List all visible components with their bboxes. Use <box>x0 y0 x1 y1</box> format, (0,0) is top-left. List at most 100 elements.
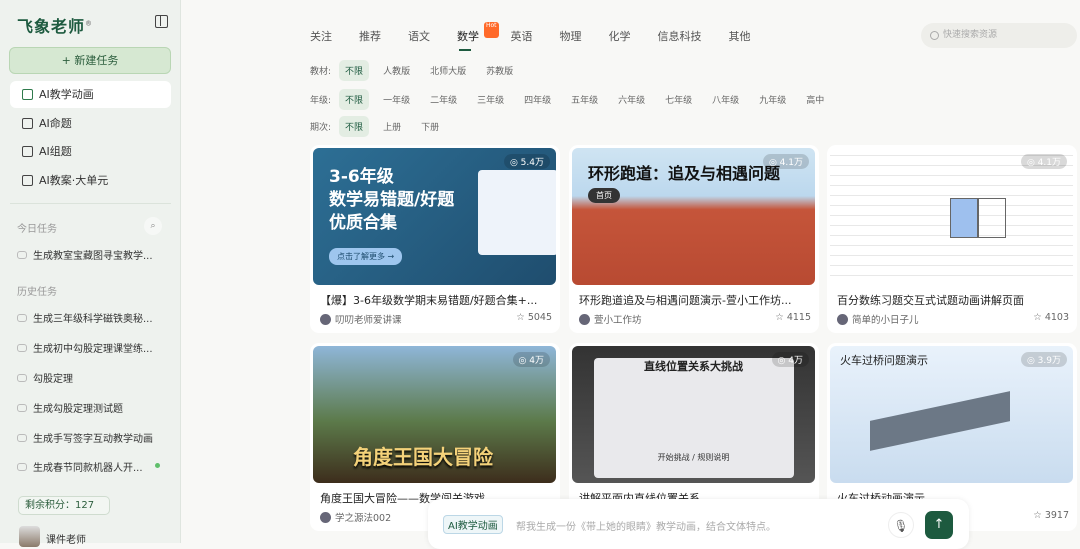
author-name: 学之源法002 <box>335 513 392 524</box>
filter-option[interactable]: 二年级 <box>424 89 463 110</box>
star-count[interactable]: ☆ 4103 <box>1033 312 1069 323</box>
view-count: ◎ 5.4万 <box>503 154 550 169</box>
filter-label: 期次: <box>310 123 332 133</box>
card-title[interactable]: 环形跑道追及与相遇问题演示-萱小工作坊... <box>579 292 809 308</box>
star-count[interactable]: ☆ 4115 <box>775 312 811 323</box>
nav-label: AI命题 <box>39 117 72 130</box>
tab-follow[interactable]: 关注 <box>310 28 332 44</box>
tab-math[interactable]: 数学 <box>457 28 479 51</box>
task-label: 生成教室宝藏图寻宝教学... <box>33 251 153 262</box>
credits-badge[interactable]: 剩余积分：127 <box>18 496 110 515</box>
author-avatar <box>837 313 848 325</box>
prompt-composer: AI教学动画 帮我生成一份《带上她的眼睛》教学动画，结合文体特点。 🎙 ↑ <box>428 499 969 549</box>
nav-ai-compose[interactable]: AI组题 <box>10 138 171 165</box>
prompt-input[interactable]: 帮我生成一份《带上她的眼睛》教学动画，结合文体特点。 <box>516 518 776 533</box>
nav-ai-question[interactable]: AI命题 <box>10 110 171 137</box>
thumbnail[interactable]: 3-6年级 数学易错题/好题 优质合集 点击了解更多 → ◎ 5.4万 <box>313 148 556 285</box>
filter-option[interactable]: 三年级 <box>471 89 510 110</box>
filter-option[interactable]: 七年级 <box>659 89 698 110</box>
task-item[interactable]: 生成教室宝藏图寻宝教学... <box>17 247 153 262</box>
tab-other[interactable]: 其他 <box>729 28 751 44</box>
task-item[interactable]: 生成春节同款机器人开... <box>17 459 143 474</box>
filter-option[interactable]: 不限 <box>339 116 370 137</box>
nav-ai-lesson-plan[interactable]: AI教案·大单元 <box>10 167 171 194</box>
author-name: 简单的小日子儿 <box>852 315 919 326</box>
filter-option[interactable]: 下册 <box>415 116 445 137</box>
filter-row: 教材: 不限 人教版 北师大版 苏教版 <box>310 60 527 81</box>
task-item[interactable]: 生成初中勾股定理课堂练... <box>17 340 153 355</box>
task-item[interactable]: 生成勾股定理测试题 <box>17 400 123 415</box>
thumb-title: 角度王国大冒险 <box>353 445 493 469</box>
tab-english[interactable]: 英语 <box>511 28 533 44</box>
resource-card[interactable]: 3-6年级 数学易错题/好题 优质合集 点击了解更多 → ◎ 5.4万 【爆】3-6… <box>310 145 560 333</box>
animation-icon <box>22 89 33 100</box>
tab-recommend[interactable]: 推荐 <box>359 28 381 44</box>
filter-option[interactable]: 不限 <box>339 89 370 110</box>
filter-option[interactable]: 四年级 <box>518 89 557 110</box>
chat-icon <box>17 433 27 442</box>
resource-card[interactable]: 环形跑道：追及与相遇问题 首页 ◎ 4.1万 环形跑道追及与相遇问题演示-萱小工作坊… <box>569 145 819 333</box>
author-avatar <box>579 313 590 325</box>
tab-chinese[interactable]: 语文 <box>408 28 430 44</box>
thumb-title: 火车过桥问题演示 <box>840 354 928 367</box>
task-label: 生成初中勾股定理课堂练... <box>33 344 153 355</box>
filter-option[interactable]: 五年级 <box>565 89 604 110</box>
thumbnail[interactable]: 环形跑道：追及与相遇问题 首页 ◎ 4.1万 <box>572 148 815 285</box>
task-item[interactable]: 生成三年级科学磁铁奥秘... <box>17 310 153 325</box>
new-task-button[interactable]: + 新建任务 <box>9 47 171 74</box>
filter-option[interactable]: 六年级 <box>612 89 651 110</box>
chat-icon <box>17 403 27 412</box>
card-author[interactable]: 萱小工作坊 <box>579 312 642 326</box>
send-button[interactable]: ↑ <box>925 511 953 539</box>
tab-physics[interactable]: 物理 <box>560 28 582 44</box>
filter-option[interactable]: 上册 <box>377 116 407 137</box>
chat-icon <box>17 313 27 322</box>
task-item[interactable]: 勾股定理 <box>17 370 73 385</box>
search-tasks-icon[interactable]: ⌕ <box>144 217 162 235</box>
filter-label: 教材: <box>310 67 332 77</box>
task-item[interactable]: 生成手写签字互动教学动画 <box>17 430 153 445</box>
nav-ai-animation[interactable]: AI教学动画 <box>10 81 171 108</box>
thumbnail[interactable]: 角度王国大冒险 ◎ 4万 <box>313 346 556 483</box>
thumbnail[interactable]: ◎ 4.1万 <box>830 148 1073 285</box>
thumbnail[interactable]: 火车过桥问题演示 ◎ 3.9万 <box>830 346 1073 483</box>
tab-it[interactable]: 信息科技 <box>658 28 702 44</box>
view-count: ◎ 4.1万 <box>1020 154 1067 169</box>
book-icon <box>22 175 33 186</box>
task-label: 生成手写签字互动教学动画 <box>33 434 153 445</box>
star-count[interactable]: ☆ 5045 <box>516 312 552 323</box>
task-label: 生成春节同款机器人开... <box>33 463 143 474</box>
card-author[interactable]: 学之源法002 <box>320 510 391 524</box>
card-author[interactable]: 简单的小日子儿 <box>837 312 919 326</box>
sidebar: 飞象老师® + 新建任务 AI教学动画 AI命题 AI组题 AI教案·大单元 今… <box>0 0 181 547</box>
mode-chip[interactable]: AI教学动画 <box>443 515 503 534</box>
nav-label: AI教案·大单元 <box>39 174 109 187</box>
list-icon <box>22 118 33 129</box>
card-title[interactable]: 【爆】3-6年级数学期末易错题/好题合集+... <box>320 292 550 308</box>
filter-option[interactable]: 一年级 <box>377 89 416 110</box>
microphone-icon[interactable]: 🎙 <box>888 512 914 538</box>
card-author[interactable]: 叨叨老师爱讲课 <box>320 312 402 326</box>
search-input[interactable]: 快速搜索资源 <box>921 23 1077 48</box>
avatar[interactable] <box>19 526 40 547</box>
card-title[interactable]: 百分数练习题交互式试题动画讲解页面 <box>837 292 1067 308</box>
resource-card[interactable]: ◎ 4.1万 百分数练习题交互式试题动画讲解页面 简单的小日子儿 ☆ 4103 <box>827 145 1077 333</box>
filter-option[interactable]: 不限 <box>339 60 370 81</box>
filter-row: 年级: 不限 一年级 二年级 三年级 四年级 五年级 六年级 七年级 八年级 九年级 高中 <box>310 89 838 110</box>
thumbnail[interactable]: 直线位置关系大挑战 开始挑战 / 规则说明 ◎ 4万 <box>572 346 815 483</box>
filter-row: 期次: 不限 上册 下册 <box>310 116 453 137</box>
chat-icon <box>17 462 27 471</box>
filter-option[interactable]: 苏教版 <box>480 60 519 81</box>
author-name: 萱小工作坊 <box>594 315 642 326</box>
filter-option[interactable]: 八年级 <box>706 89 745 110</box>
star-count[interactable]: ☆ 3917 <box>1033 510 1069 521</box>
filter-option[interactable]: 北师大版 <box>424 60 472 81</box>
collapse-sidebar-icon[interactable] <box>155 15 168 28</box>
filter-option[interactable]: 高中 <box>800 89 830 110</box>
author-avatar <box>320 511 331 523</box>
nav-label: AI教学动画 <box>39 88 94 101</box>
logo[interactable]: 飞象老师® <box>17 13 93 37</box>
tab-chemistry[interactable]: 化学 <box>609 28 631 44</box>
filter-option[interactable]: 人教版 <box>377 60 416 81</box>
filter-option[interactable]: 九年级 <box>753 89 792 110</box>
